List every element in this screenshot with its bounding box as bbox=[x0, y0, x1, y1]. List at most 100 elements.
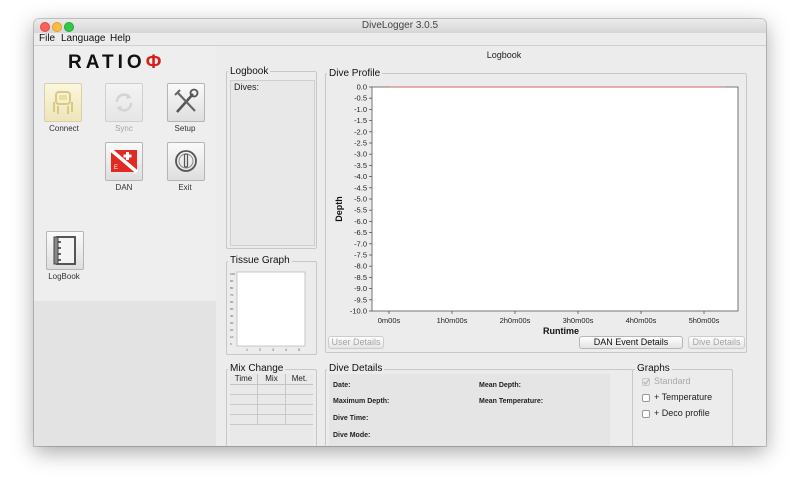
y-tick-label: -6.5 bbox=[354, 228, 367, 237]
menu-bar: File Language Help bbox=[34, 33, 766, 46]
standard-checkbox[interactable] bbox=[642, 378, 650, 386]
x-tick-label: 0m00s bbox=[378, 316, 401, 325]
mix-change-row[interactable] bbox=[230, 385, 313, 395]
logo-phi-symbol: Φ bbox=[145, 52, 166, 73]
mean-temp-label: Mean Temperature: bbox=[479, 398, 544, 405]
tissue-y-tick: 10 bbox=[230, 335, 234, 339]
setup-label: Setup bbox=[174, 124, 196, 133]
x-tick-label: 4h0m00s bbox=[626, 316, 657, 325]
x-tick-label: 3h0m00s bbox=[563, 316, 594, 325]
tissue-y-tick: 50 bbox=[230, 307, 234, 311]
dive-profile-title: Dive Profile bbox=[327, 68, 383, 79]
exit-button[interactable] bbox=[167, 142, 205, 181]
mix-col-mix[interactable]: Mix bbox=[258, 374, 286, 384]
tissue-y-tick: 90 bbox=[230, 279, 234, 283]
temperature-label: + Temperature bbox=[654, 392, 713, 402]
y-tick-label: -9.0 bbox=[354, 284, 367, 293]
tissue-x-tick: 3 bbox=[272, 348, 274, 352]
dive-profile-chart: 0.0 -0.5 -1.0 -1.5 -2.0 -2.5 -3.0 -3.5 -4.0 -4.5 -… bbox=[334, 83, 739, 336]
menu-help[interactable]: Help bbox=[110, 33, 131, 45]
mix-change-rows bbox=[230, 385, 313, 425]
mix-change-cell bbox=[258, 405, 286, 414]
logbook-label: LogBook bbox=[48, 272, 80, 281]
max-depth-label: Maximum Depth: bbox=[333, 398, 390, 405]
y-tick-label: -4.0 bbox=[354, 172, 367, 181]
mix-change-row[interactable] bbox=[230, 395, 313, 405]
tissue-graph: 1009080706050403020100 12345 bbox=[230, 271, 306, 352]
mix-change-row[interactable] bbox=[230, 405, 313, 415]
tissue-y-tick: 20 bbox=[230, 328, 234, 332]
app-window: DiveLogger 3.0.5 File Language Help RATI… bbox=[34, 19, 766, 446]
menu-language[interactable]: Language bbox=[61, 33, 106, 45]
dive-mode-label: Dive Mode: bbox=[333, 432, 371, 439]
y-tick-label: -7.0 bbox=[354, 239, 367, 248]
y-tick-label: -0.5 bbox=[354, 94, 367, 103]
logbook-button[interactable] bbox=[46, 231, 84, 270]
y-tick-label: -2.0 bbox=[354, 127, 367, 136]
y-tick-label: -5.0 bbox=[354, 195, 367, 204]
connect-button[interactable] bbox=[44, 83, 82, 122]
mix-col-time[interactable]: Time bbox=[230, 374, 258, 384]
temperature-checkbox[interactable] bbox=[642, 394, 650, 402]
sync-button[interactable] bbox=[105, 83, 143, 122]
mix-change-cell bbox=[258, 385, 286, 394]
mix-col-met[interactable]: Met. bbox=[286, 374, 313, 384]
y-tick-label: -8.5 bbox=[354, 273, 367, 282]
mix-change-title: Mix Change bbox=[228, 363, 286, 374]
dan-button[interactable]: E bbox=[105, 142, 143, 181]
logo-text: RATIO bbox=[68, 52, 146, 73]
plot-area bbox=[371, 86, 739, 312]
y-tick-label: -6.0 bbox=[354, 217, 367, 226]
mix-change-cell bbox=[286, 405, 313, 414]
mix-change-cell bbox=[230, 415, 258, 424]
mix-change-row[interactable] bbox=[230, 415, 313, 425]
mix-change-panel: Time Mix Met. bbox=[226, 369, 317, 446]
y-tick-label: 0.0 bbox=[357, 83, 367, 92]
tissue-x-tick: 2 bbox=[259, 348, 261, 352]
setup-button[interactable] bbox=[167, 83, 205, 122]
tissue-y-tick: 60 bbox=[230, 300, 234, 304]
dive-details-body: Date: Mean Depth: Maximum Depth: Mean Te… bbox=[329, 374, 610, 446]
exit-label: Exit bbox=[178, 183, 192, 192]
graphs-title: Graphs bbox=[635, 363, 672, 374]
left-panel-lower bbox=[34, 301, 216, 446]
tissue-y-tick: 100 bbox=[230, 272, 235, 276]
dive-flag-icon: E bbox=[109, 148, 139, 174]
dive-details-panel: Date: Mean Depth: Maximum Depth: Mean Te… bbox=[325, 369, 633, 446]
dives-list[interactable]: Dives: bbox=[230, 80, 315, 246]
tools-icon bbox=[174, 88, 199, 113]
dive-details-button[interactable]: Dive Details bbox=[688, 336, 745, 349]
tissue-graph-panel: 100 90 80 70 60 50 40 30 20 10 0 12345 bbox=[226, 261, 317, 355]
y-tick-label: -3.0 bbox=[354, 150, 367, 159]
mix-change-cell bbox=[230, 395, 258, 404]
y-tick-label: -5.5 bbox=[354, 206, 367, 215]
tissue-x-tick: 5 bbox=[298, 348, 300, 352]
y-tick-label: -9.5 bbox=[354, 295, 367, 304]
y-tick-label: -4.5 bbox=[354, 183, 367, 192]
deco-profile-checkbox[interactable] bbox=[642, 410, 650, 418]
tissue-y-tick: 30 bbox=[230, 321, 234, 325]
y-tick-label: -1.0 bbox=[354, 105, 367, 114]
left-panel: RATIOΦ Connect Sync Setup E DAN Exit Log… bbox=[34, 46, 216, 446]
sync-icon bbox=[115, 93, 133, 112]
dan-label: DAN bbox=[115, 183, 133, 192]
mix-change-header: Time Mix Met. bbox=[230, 374, 313, 385]
svg-text:E: E bbox=[114, 165, 118, 171]
logbook-panel: Dives: bbox=[226, 71, 317, 249]
x-tick-label: 5h0m00s bbox=[689, 316, 720, 325]
menu-file[interactable]: File bbox=[39, 33, 55, 45]
y-tick-label: -7.5 bbox=[354, 251, 367, 260]
x-tick-label: 1h0m00s bbox=[437, 316, 468, 325]
mean-depth-label: Mean Depth: bbox=[479, 382, 521, 389]
mix-change-cell bbox=[286, 415, 313, 424]
mix-change-cell bbox=[286, 395, 313, 404]
binder-icon bbox=[53, 236, 76, 265]
y-tick-label: -2.5 bbox=[354, 139, 367, 148]
deco-profile-label: + Deco profile bbox=[654, 408, 710, 418]
tissue-graph-title: Tissue Graph bbox=[228, 255, 292, 266]
tissue-x-tick: 1 bbox=[246, 348, 248, 352]
user-details-button[interactable]: User Details bbox=[328, 336, 384, 349]
tissue-x-tick: 4 bbox=[285, 348, 287, 352]
dan-event-details-button[interactable]: DAN Event Details bbox=[579, 336, 683, 349]
window-title: DiveLogger 3.0.5 bbox=[361, 20, 439, 31]
